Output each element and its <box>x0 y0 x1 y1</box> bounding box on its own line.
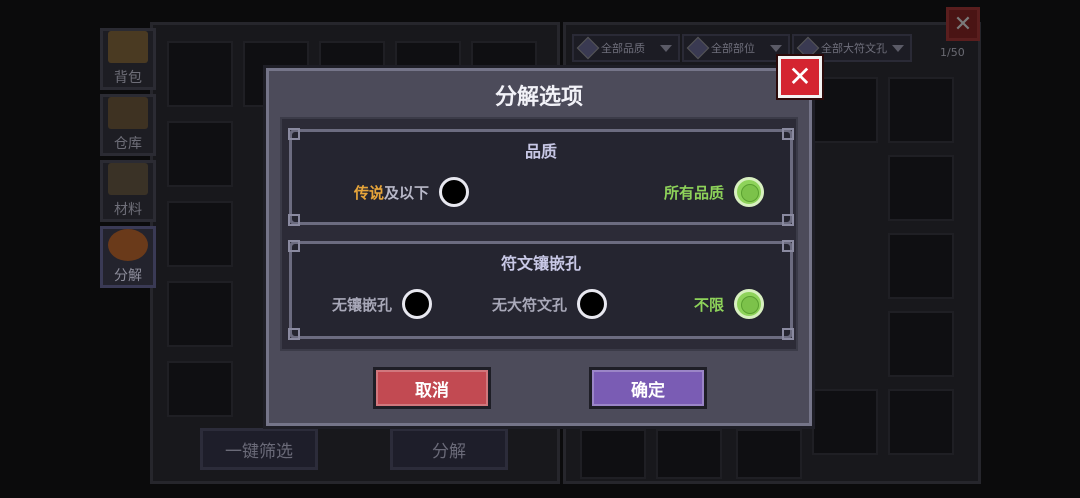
inventory-slot[interactable] <box>167 201 233 267</box>
frame-corner <box>288 328 300 340</box>
chevron-down-icon <box>770 44 782 52</box>
options-container: 品质 传说及以下 所有品质 符文镶嵌孔 无镶嵌孔 无大符文孔 不限 <box>280 117 798 351</box>
inventory-slot[interactable] <box>167 361 233 417</box>
and-below-text: 及以下 <box>384 183 430 202</box>
option-unlimited[interactable]: 不限 <box>694 289 764 319</box>
close-icon: ✕ <box>953 11 973 37</box>
close-icon: ✕ <box>788 60 812 93</box>
panel-close-button[interactable]: ✕ <box>946 7 980 41</box>
radio-button[interactable] <box>439 177 470 207</box>
tab-backpack[interactable]: 背包 <box>100 28 156 90</box>
cancel-button[interactable]: 取消 <box>373 367 491 409</box>
decompose-slot[interactable] <box>736 429 802 479</box>
tab-label: 仓库 <box>114 136 142 152</box>
decompose-slot[interactable] <box>888 311 954 377</box>
filter-label: 全部部位 <box>711 42 755 55</box>
option-label: 传说及以下 <box>354 182 429 203</box>
filter-label: 全部品质 <box>601 42 645 55</box>
gem-icon <box>576 36 600 60</box>
furnace-icon <box>108 229 148 261</box>
materials-icon <box>108 163 148 195</box>
chevron-down-icon <box>892 44 904 52</box>
decompose-slot[interactable] <box>656 429 722 479</box>
option-no-big-rune[interactable]: 无大符文孔 <box>492 289 608 319</box>
rune-section-title: 符文镶嵌孔 <box>500 254 581 273</box>
decompose-slot[interactable] <box>580 429 646 479</box>
decompose-button[interactable]: 分解 <box>390 428 508 470</box>
tab-warehouse[interactable]: 仓库 <box>100 94 156 156</box>
tab-label: 材料 <box>114 202 142 218</box>
item-counter: 1/50 <box>940 46 965 59</box>
rune-socket-section: 符文镶嵌孔 无镶嵌孔 无大符文孔 不限 <box>288 240 794 340</box>
tab-materials[interactable]: 材料 <box>100 160 156 222</box>
legend-rarity-text: 传说 <box>354 183 385 202</box>
decompose-slot[interactable] <box>888 155 954 221</box>
decompose-slot[interactable] <box>812 389 878 455</box>
decompose-slot[interactable] <box>888 233 954 299</box>
radio-button[interactable] <box>402 289 433 319</box>
frame-corner <box>288 214 300 226</box>
gem-icon <box>686 36 710 60</box>
decompose-options-dialog: 分解选项 品质 传说及以下 所有品质 符文镶嵌孔 无镶嵌孔 无大符文孔 不限 取… <box>266 68 812 426</box>
decompose-slot[interactable] <box>888 77 954 143</box>
decompose-slot[interactable] <box>888 389 954 455</box>
chest-icon <box>108 31 148 63</box>
tab-decompose[interactable]: 分解 <box>100 226 156 288</box>
frame-corner <box>782 328 794 340</box>
radio-button[interactable] <box>577 289 608 319</box>
filter-label: 全部大符文孔 <box>821 42 887 55</box>
tab-label: 背包 <box>114 70 142 86</box>
radio-button-selected[interactable] <box>734 177 764 207</box>
quality-section: 品质 传说及以下 所有品质 <box>288 128 794 226</box>
option-label: 不限 <box>693 295 724 314</box>
quality-filter-dropdown[interactable]: 全部品质 <box>572 34 680 62</box>
option-all-quality[interactable]: 所有品质 <box>664 177 764 207</box>
warehouse-icon <box>108 97 148 129</box>
inventory-slot[interactable] <box>167 121 233 187</box>
one-click-filter-button[interactable]: 一键筛选 <box>200 428 318 470</box>
option-legend-and-below[interactable]: 传说及以下 <box>354 177 470 207</box>
quality-section-title: 品质 <box>524 142 557 161</box>
radio-button-selected[interactable] <box>734 289 764 319</box>
dialog-close-button[interactable]: ✕ <box>778 56 822 98</box>
option-label: 所有品质 <box>663 183 724 202</box>
option-no-socket[interactable]: 无镶嵌孔 <box>332 289 433 319</box>
confirm-button[interactable]: 确定 <box>589 367 707 409</box>
inventory-slot[interactable] <box>167 41 233 107</box>
dialog-title: 分解选项 <box>494 85 583 110</box>
frame-corner <box>782 214 794 226</box>
chevron-down-icon <box>660 44 672 52</box>
option-label: 无镶嵌孔 <box>332 295 393 314</box>
tab-label: 分解 <box>114 268 142 284</box>
inventory-slot[interactable] <box>167 281 233 347</box>
option-label: 无大符文孔 <box>492 295 568 314</box>
slot-filter-dropdown[interactable]: 全部部位 <box>682 34 790 62</box>
